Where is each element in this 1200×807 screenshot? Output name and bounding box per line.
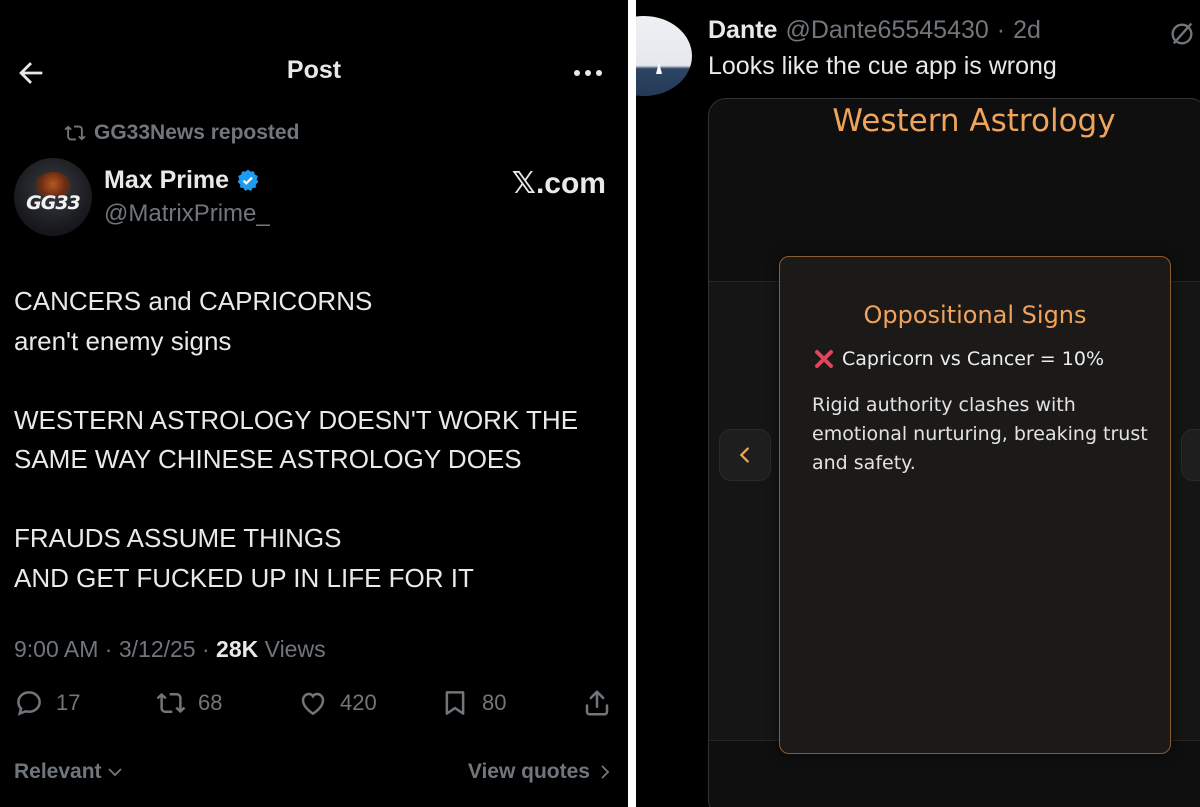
reply-author-handle[interactable]: @Dante65545430: [785, 16, 988, 45]
post-paragraph: WESTERN ASTROLOGY DOESN'T WORK THE SAME …: [14, 401, 614, 480]
card-description: Rigid authority clashes with emotional n…: [812, 394, 1148, 474]
author-name[interactable]: Max Prime: [104, 166, 261, 195]
repost-indicator[interactable]: GG33News reposted: [64, 118, 299, 148]
post-time[interactable]: 9:00 AM: [14, 636, 98, 662]
reply-panel: Dante @Dante65545430 · 2d Looks like the…: [636, 0, 1200, 807]
post-panel: Post GG33News reposted GG33 Max Prime @M…: [0, 0, 628, 807]
author-name-text: Max Prime: [104, 166, 230, 194]
views-label: Views: [264, 636, 326, 662]
meta-separator: ·: [104, 636, 113, 662]
card-title: Oppositional Signs: [863, 301, 1087, 329]
action-bar: 17 68 420 80: [14, 688, 614, 728]
reply-media[interactable]: Western Astrology Oppositional Signs Cap…: [708, 98, 1200, 807]
sign-pair-text: Capricorn vs Cancer = 10%: [842, 348, 1105, 370]
post-line: AND GET FUCKED UP IN LIFE FOR IT: [14, 562, 474, 593]
avatar-logo-text: GG33: [26, 192, 81, 214]
repost-icon: [64, 125, 86, 141]
share-button[interactable]: [582, 688, 612, 718]
reply-author-name[interactable]: Dante: [708, 16, 777, 45]
reply-avatar[interactable]: [636, 16, 692, 96]
post-text: CANCERS and CAPRICORNS aren't enemy sign…: [14, 282, 614, 598]
sort-dropdown[interactable]: Relevant: [14, 760, 124, 784]
repost-button[interactable]: 68: [156, 688, 222, 718]
reply-separator: ·: [996, 16, 1006, 44]
like-button[interactable]: 420: [298, 688, 377, 718]
chevron-left-icon: [739, 447, 749, 463]
reply-count: 17: [56, 690, 81, 715]
bookmark-icon: [445, 691, 465, 715]
reply-time[interactable]: 2d: [1013, 16, 1041, 45]
bookmark-button[interactable]: 80: [440, 688, 506, 718]
cross-icon: [815, 350, 833, 368]
view-quotes-label: View quotes: [467, 760, 590, 783]
sign-pair-line: Capricorn vs Cancer = 10%: [812, 347, 1104, 371]
post-paragraph: FRAUDS ASSUME THINGS AND GET FUCKED UP I…: [14, 519, 614, 598]
carousel-next-button[interactable]: [1181, 429, 1200, 481]
post-line: SAME WAY CHINESE ASTROLOGY DOES: [14, 444, 522, 474]
reply-footer: Relevant View quotes: [14, 760, 614, 790]
like-icon: [301, 692, 325, 716]
top-bar: Post: [0, 40, 628, 104]
chevron-right-icon: [601, 765, 610, 779]
author-handle[interactable]: @MatrixPrime_: [104, 200, 270, 228]
like-count: 420: [340, 690, 377, 715]
sort-label: Relevant: [14, 760, 102, 783]
repost-icon: [156, 692, 186, 714]
more-icon[interactable]: [570, 58, 606, 88]
verified-icon: [237, 169, 259, 191]
post-line: CANCERS and CAPRICORNS: [14, 286, 373, 316]
page-title: Post: [286, 56, 342, 84]
post-line: aren't enemy signs: [14, 325, 232, 356]
grok-icon[interactable]: [1168, 20, 1196, 48]
chevron-down-icon: [107, 768, 122, 777]
bookmark-count: 80: [482, 690, 507, 715]
media-title: Western Astrology: [832, 103, 1116, 139]
reply-icon: [17, 691, 41, 716]
reply-text: Looks like the cue app is wrong: [708, 52, 1057, 80]
source-label: 𝕏.com: [511, 167, 606, 200]
views-count: 28K: [216, 636, 259, 662]
post-line: FRAUDS ASSUME THINGS: [14, 523, 342, 553]
panel-divider: [628, 0, 636, 807]
author-avatar[interactable]: GG33: [14, 158, 92, 236]
share-icon: [585, 690, 609, 716]
post-line: WESTERN ASTROLOGY DOESN'T WORK THE: [14, 404, 579, 435]
repost-label: GG33News reposted: [94, 121, 300, 144]
reply-button[interactable]: 17: [14, 688, 80, 718]
repost-count: 68: [198, 690, 223, 715]
compatibility-card: Oppositional Signs Capricorn vs Cancer =…: [779, 256, 1171, 754]
view-quotes-link[interactable]: View quotes: [468, 760, 614, 784]
sailboat-image: [656, 62, 662, 74]
post-paragraph: CANCERS and CAPRICORNS aren't enemy sign…: [14, 282, 614, 361]
post-meta: 9:00 AM · 3/12/25 · 28K Views: [14, 636, 326, 663]
carousel-prev-button[interactable]: [719, 429, 771, 481]
post-date[interactable]: 3/12/25: [119, 636, 196, 662]
meta-separator: ·: [201, 636, 210, 662]
reply-header: Dante @Dante65545430 · 2d: [708, 16, 1041, 45]
